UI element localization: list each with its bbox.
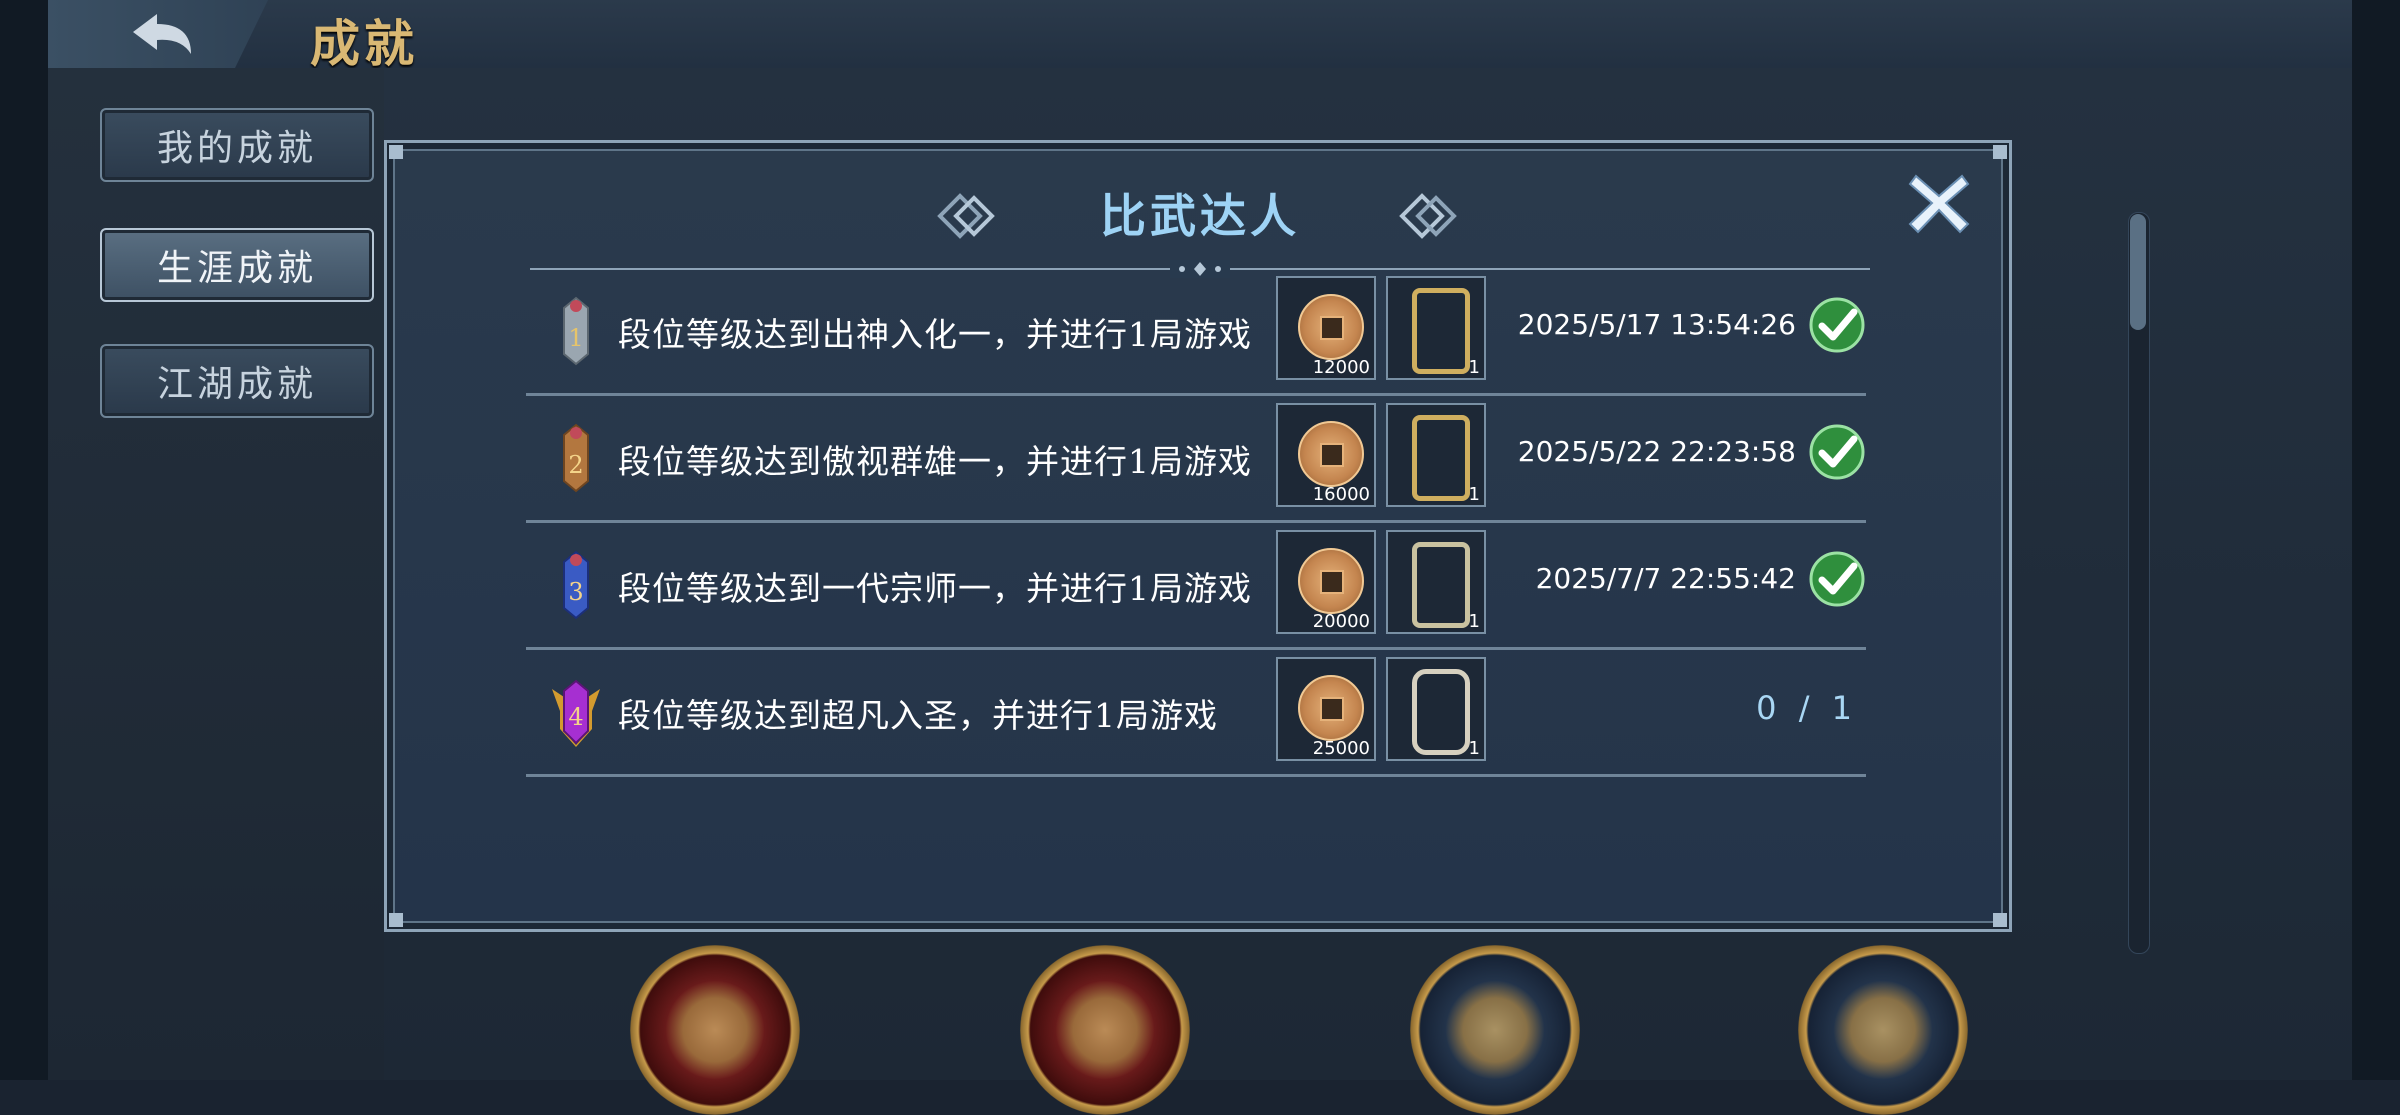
reward-count: 25000: [1312, 738, 1370, 759]
achievement-emblem[interactable]: [1798, 945, 1968, 1115]
title-ornament-left-icon: [937, 193, 995, 239]
completed-check-icon: [1809, 424, 1865, 480]
coin-icon: [1298, 675, 1364, 741]
coin-icon: [1298, 294, 1364, 360]
reward-slot-frame[interactable]: 1: [1386, 657, 1486, 761]
reward-count: 12000: [1312, 357, 1370, 378]
avatar-frame-icon: [1412, 415, 1470, 501]
right-edge: [2352, 0, 2400, 1080]
completion-time: 2025/5/22 22:23:58: [1517, 435, 1796, 468]
achievement-emblem[interactable]: [1020, 945, 1190, 1115]
rank-badge-icon: 3: [563, 550, 589, 620]
reward-slot-coin[interactable]: 16000: [1276, 403, 1376, 507]
achievement-row: 3 段位等级达到一代宗师一，并进行1局游戏 20000 1 2025/7/7 2…: [526, 526, 1866, 650]
sidebar-item-my-achievements[interactable]: 我的成就: [100, 108, 374, 182]
achievement-progress: 0 / 1: [1756, 689, 1858, 727]
svg-text:2: 2: [568, 451, 583, 479]
reward-slot-frame[interactable]: 1: [1386, 530, 1486, 634]
left-edge: [0, 0, 48, 1080]
reward-count: 1: [1468, 484, 1480, 505]
completed-check-icon: [1809, 551, 1865, 607]
svg-text:3: 3: [568, 578, 583, 606]
sidebar: [48, 68, 384, 1080]
sidebar-item-jianghu-achievements[interactable]: 江湖成就: [100, 344, 374, 418]
svg-text:4: 4: [568, 703, 583, 731]
modal-title: 比武达人: [1100, 189, 1300, 243]
reward-slot-coin[interactable]: 25000: [1276, 657, 1376, 761]
reward-count: 16000: [1312, 484, 1370, 505]
rank-badge-icon: 4: [552, 679, 600, 747]
achievement-description: 段位等级达到一代宗师一，并进行1局游戏: [618, 569, 1252, 608]
back-button[interactable]: [48, 0, 268, 68]
reward-count: 1: [1468, 611, 1480, 632]
coin-icon: [1298, 421, 1364, 487]
achievement-row: 1 段位等级达到出神入化一，并进行1局游戏 12000 1 2025/5/17 …: [526, 272, 1866, 396]
coin-icon: [1298, 548, 1364, 614]
close-icon: [1908, 174, 1970, 234]
achievement-description: 段位等级达到傲视群雄一，并进行1局游戏: [618, 442, 1252, 481]
completion-time: 2025/7/7 22:55:42: [1535, 562, 1796, 595]
reward-slot-frame[interactable]: 1: [1386, 403, 1486, 507]
achievement-emblem[interactable]: [630, 945, 800, 1115]
page-title: 成就: [310, 14, 418, 73]
avatar-frame-icon: [1412, 669, 1470, 755]
reward-count: 1: [1468, 357, 1480, 378]
rank-badge-icon: 2: [563, 423, 589, 493]
achievement-row: 4 段位等级达到超凡入圣，并进行1局游戏 25000 1 0 / 1: [526, 653, 1866, 777]
reward-count: 1: [1468, 738, 1480, 759]
reward-slot-coin[interactable]: 12000: [1276, 276, 1376, 380]
title-ornament-right-icon: [1399, 193, 1457, 239]
scrollbar-thumb[interactable]: [2130, 214, 2146, 330]
rank-badge-icon: 1: [563, 296, 589, 366]
achievement-emblem[interactable]: [1410, 945, 1580, 1115]
avatar-frame-icon: [1412, 288, 1470, 374]
reward-slot-coin[interactable]: 20000: [1276, 530, 1376, 634]
achievement-row: 2 段位等级达到傲视群雄一，并进行1局游戏 16000 1 2025/5/22 …: [526, 399, 1866, 523]
sidebar-item-career-achievements[interactable]: 生涯成就: [100, 228, 374, 302]
completion-time: 2025/5/17 13:54:26: [1517, 308, 1796, 341]
back-arrow-icon: [133, 14, 191, 54]
completed-check-icon: [1809, 297, 1865, 353]
achievement-description: 段位等级达到出神入化一，并进行1局游戏: [618, 315, 1252, 354]
achievement-description: 段位等级达到超凡入圣，并进行1局游戏: [618, 696, 1218, 735]
close-button[interactable]: [1906, 170, 1972, 236]
reward-count: 20000: [1312, 611, 1370, 632]
reward-slot-frame[interactable]: 1: [1386, 276, 1486, 380]
avatar-frame-icon: [1412, 542, 1470, 628]
svg-text:1: 1: [568, 324, 583, 352]
